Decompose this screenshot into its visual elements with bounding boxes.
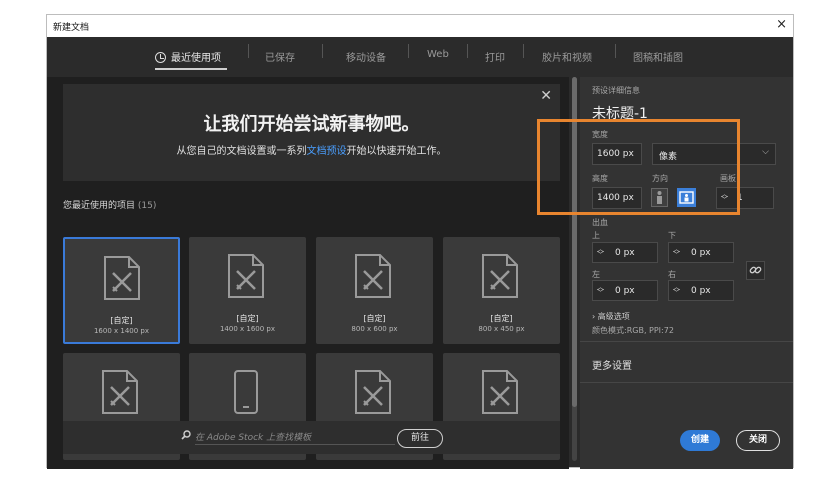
welcome-banner: ✕ 让我们开始尝试新事物吧。 从您自己的文档设置或一系列文档预设开始以快速开始工… [63, 84, 560, 181]
chevron-down-icon: ⌵ [762, 147, 769, 157]
left-panel: ✕ 让我们开始尝试新事物吧。 从您自己的文档设置或一系列文档预设开始以快速开始工… [47, 77, 569, 469]
tab-separator [467, 44, 468, 58]
recent-item-size: 1600 x 1400 px [93, 327, 150, 335]
stepper-icon[interactable]: ︿ ﹀ [673, 246, 681, 259]
tab-saved[interactable]: 已保存 [265, 49, 295, 64]
banner-heading: 让我们开始尝试新事物吧。 [203, 114, 420, 135]
recent-item-label: [自定] [363, 314, 386, 323]
bleed-left-label: 左 [592, 270, 600, 279]
stepper-icon[interactable]: ︿ ﹀ [597, 246, 605, 259]
banner-close-button[interactable]: ✕ [540, 88, 552, 104]
tab-web[interactable]: Web [427, 49, 449, 60]
bleed-right-input[interactable]: ︿ ﹀ 0 px [668, 280, 734, 301]
title-bar: 新建文档 × [47, 15, 793, 37]
close-button[interactable]: 关闭 [736, 430, 780, 451]
recent-item-card[interactable]: [自定] 1400 x 1600 px [189, 237, 306, 344]
document-icon [228, 254, 264, 298]
tab-art-illustration[interactable]: 图稿和插图 [633, 49, 683, 64]
banner-subtitle: 从您自己的文档设置或一系列文档预设开始以快速开始工作。 [176, 146, 447, 157]
stepper-icon[interactable]: ︿ ﹀ [597, 284, 605, 297]
link-icon [749, 266, 762, 274]
more-settings-link[interactable]: 更多设置 [592, 357, 632, 372]
divider [580, 382, 793, 383]
preset-section-label: 预设详细信息 [592, 86, 640, 95]
recent-item-card[interactable]: [自定] 800 x 450 px [443, 237, 560, 344]
bleed-label: 出血 [592, 218, 608, 227]
recent-item-label: [自定] [110, 316, 133, 325]
stock-search-bar: 前往 [63, 421, 560, 454]
tab-separator [615, 44, 616, 58]
document-icon [482, 370, 518, 414]
tab-recent[interactable]: 最近使用项 [155, 49, 221, 64]
recent-item-size: 800 x 600 px [351, 325, 398, 333]
document-icon [104, 256, 140, 300]
tab-separator [248, 44, 249, 58]
recent-item-card[interactable]: [自定] 1600 x 1400 px [63, 237, 180, 344]
search-icon [181, 430, 191, 440]
highlight-box [537, 119, 740, 215]
bleed-top-input[interactable]: ︿ ﹀ 0 px [592, 242, 658, 263]
mobile-device-icon [234, 370, 258, 414]
clock-icon [155, 52, 166, 63]
recent-item-label: [自定] [490, 314, 513, 323]
new-document-dialog: 新建文档 × 最近使用项 已保存 移动设备 Web 打印 胶片和视频 图稿和插图… [46, 14, 794, 469]
bleed-bottom-input[interactable]: ︿ ﹀ 0 px [668, 242, 734, 263]
recent-items-title: 您最近使用的项目 (15) [63, 201, 157, 211]
document-presets-link[interactable]: 文档预设 [307, 146, 347, 157]
chevron-right-icon: › [592, 312, 596, 321]
recent-item-card[interactable]: [自定] 800 x 600 px [316, 237, 433, 344]
document-icon [482, 254, 518, 298]
stock-search-input[interactable] [195, 431, 395, 445]
window-close-button[interactable]: × [776, 17, 787, 32]
active-tab-indicator [155, 68, 227, 70]
tab-print[interactable]: 打印 [485, 49, 505, 64]
tab-film-video[interactable]: 胶片和视频 [542, 49, 592, 64]
recent-items-count: (15) [137, 201, 157, 211]
tab-separator [408, 44, 409, 58]
window-title: 新建文档 [53, 23, 90, 33]
document-icon [102, 370, 138, 414]
color-mode-text: 颜色模式:RGB, PPI:72 [592, 326, 674, 335]
tab-bar: 最近使用项 已保存 移动设备 Web 打印 胶片和视频 图稿和插图 [47, 37, 793, 77]
stepper-icon[interactable]: ︿ ﹀ [673, 284, 681, 297]
recent-item-size: 800 x 450 px [478, 325, 525, 333]
tab-mobile[interactable]: 移动设备 [346, 49, 386, 64]
tab-separator [523, 44, 524, 58]
recent-item-label: [自定] [236, 314, 259, 323]
tab-separator [322, 44, 323, 58]
bleed-left-input[interactable]: ︿ ﹀ 0 px [592, 280, 658, 301]
bleed-right-label: 右 [668, 270, 676, 279]
divider [580, 341, 793, 342]
create-button[interactable]: 创建 [680, 430, 720, 451]
bleed-top-label: 上 [592, 231, 600, 240]
bleed-bottom-label: 下 [668, 231, 676, 240]
document-icon [355, 370, 391, 414]
link-bleed-button[interactable] [746, 261, 765, 280]
recent-item-size: 1400 x 1600 px [219, 325, 276, 333]
advanced-options-toggle[interactable]: › 高级选项 [592, 311, 630, 322]
go-button[interactable]: 前往 [397, 429, 443, 448]
document-icon [355, 254, 391, 298]
